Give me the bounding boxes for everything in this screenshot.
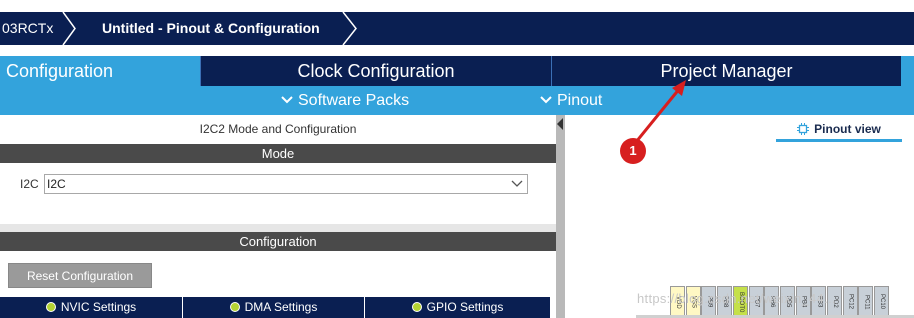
chip-pin[interactable]: PC12 (842, 286, 858, 318)
status-ok-icon (411, 302, 422, 312)
chevron-down-icon (540, 96, 552, 104)
configuration-header: Configuration (0, 232, 556, 251)
software-packs-menu[interactable]: Software Packs (280, 86, 409, 115)
chevron-down-icon (511, 180, 523, 187)
tab-pinout-view[interactable]: Pinout view (776, 120, 902, 142)
watermark: https://blog.csdn.net/weixin_44... (637, 291, 836, 306)
dma-settings-label: DMA Settings (244, 300, 318, 314)
pinout-label: Pinout (557, 92, 603, 109)
tab-project-manager[interactable]: Project Manager (551, 56, 901, 86)
software-packs-label: Software Packs (298, 92, 410, 109)
breadcrumb-chevron-icon (62, 12, 76, 45)
pinout-view-label: Pinout view (814, 122, 881, 136)
panel-divider (0, 224, 556, 232)
collapse-left-icon[interactable] (557, 118, 564, 130)
i2c-select-value: I2C (47, 177, 66, 191)
tab-tools[interactable] (901, 56, 914, 86)
breadcrumb-device[interactable]: 03RCTx (2, 12, 53, 45)
chip-pin[interactable]: PC11 (858, 286, 874, 318)
gpio-settings-label: GPIO Settings (426, 300, 504, 314)
chevron-down-icon (281, 96, 293, 104)
sub-menu-bar (0, 86, 914, 115)
chip-icon (797, 123, 810, 135)
breadcrumb-chevron-icon (342, 12, 357, 45)
tab-nvic-settings[interactable]: NVIC Settings (0, 297, 183, 318)
i2c-mode-select[interactable]: I2C (44, 174, 528, 194)
status-ok-icon (229, 302, 240, 312)
status-ok-icon (45, 302, 56, 312)
chip-pin[interactable]: PC10 (874, 286, 890, 318)
i2c-label: I2C (20, 177, 39, 191)
panel-splitter[interactable] (556, 115, 565, 318)
mode-header: Mode (0, 144, 556, 163)
breadcrumb-title[interactable]: Untitled - Pinout & Configuration (102, 12, 320, 45)
pinout-menu[interactable]: Pinout (539, 86, 602, 115)
annotation-marker: 1 (620, 138, 646, 164)
nvic-settings-label: NVIC Settings (60, 300, 137, 314)
reset-configuration-button[interactable]: Reset Configuration (8, 263, 152, 288)
panel-title: I2C2 Mode and Configuration (199, 122, 357, 136)
tab-clock-configuration[interactable]: Clock Configuration (200, 56, 551, 86)
annotation-arrow-icon (634, 80, 686, 143)
tab-gpio-settings[interactable]: GPIO Settings (365, 297, 551, 318)
tab-pinout-configuration[interactable]: Configuration (0, 56, 200, 86)
tab-dma-settings[interactable]: DMA Settings (183, 297, 365, 318)
